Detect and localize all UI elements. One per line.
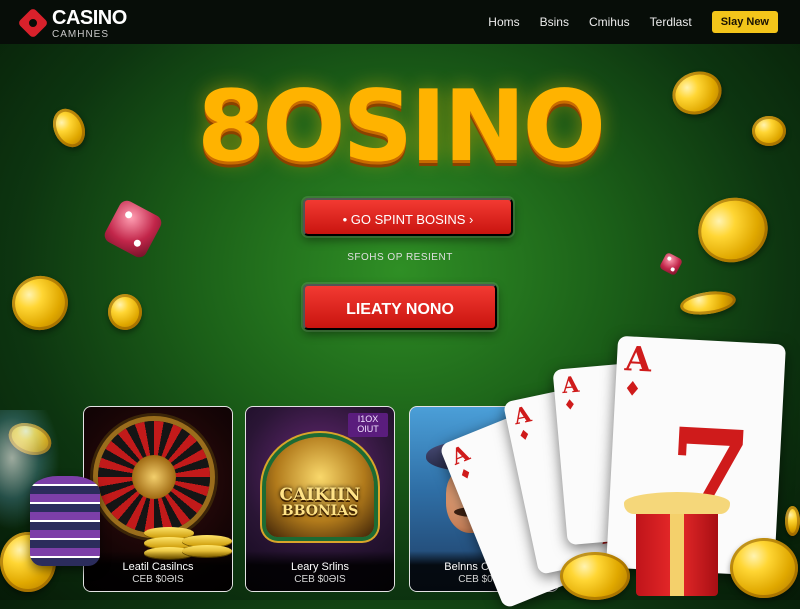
coin-icon bbox=[5, 269, 75, 337]
nav-link-bonus[interactable]: Bsins bbox=[540, 15, 569, 29]
card-suit-icon: ♦ bbox=[457, 465, 475, 485]
roulette-icon bbox=[98, 421, 210, 533]
card-corner: A ♦ bbox=[511, 401, 537, 446]
gift-icon bbox=[636, 506, 718, 596]
spin-bonus-button[interactable]: • GO SPINT BOSINS › bbox=[303, 198, 513, 236]
hero-subtext: SFOHS OP RESIENT bbox=[347, 252, 453, 263]
play-now-main-button[interactable]: LIEATY NONO bbox=[303, 284, 497, 330]
card-rank: A bbox=[560, 371, 581, 400]
game-card-subtitle: CEB $0ƏIS bbox=[294, 574, 346, 585]
nav-link-home[interactable]: Homs bbox=[488, 15, 519, 29]
promo-tag: I1OX OIUT bbox=[348, 413, 388, 437]
die-icon bbox=[101, 197, 165, 261]
emblem-text: CAIKIIN BBONIAS bbox=[256, 485, 384, 519]
coin-icon bbox=[730, 538, 798, 598]
brand-tagline: CAMHNES bbox=[52, 29, 110, 40]
card-suit-icon: ♦ bbox=[622, 376, 642, 402]
main-nav: Homs Bsins Cmihus Terdlast Slay New bbox=[488, 10, 778, 34]
game-card-title: Leary Srlins bbox=[290, 561, 350, 573]
game-card-caption: Leatil Casilncs CEB $0ƏIS bbox=[84, 551, 232, 591]
emblem-subtitle: BBONIAS bbox=[281, 503, 359, 519]
coin-icon bbox=[678, 288, 738, 318]
card-corner: A ♦ bbox=[448, 440, 478, 485]
card-suit-icon: ♦ bbox=[563, 396, 577, 414]
game-card-caption: Leary Srlins CEB $0ƏIS bbox=[246, 551, 394, 591]
brand-name: CASINO bbox=[52, 7, 127, 29]
top-nav-bar: CASINO CAMHNES Homs Bsins Cmihus Terdlas… bbox=[0, 0, 800, 44]
roulette-hub bbox=[132, 455, 176, 499]
coin-icon bbox=[108, 294, 142, 330]
gift-bow-icon bbox=[624, 492, 730, 514]
card-rank: A bbox=[623, 339, 653, 381]
logo-diamond-icon bbox=[17, 7, 49, 39]
coin-icon bbox=[560, 552, 630, 600]
nav-link-contact[interactable]: Terdlast bbox=[650, 15, 692, 29]
game-card-subtitle: CEB $0ƏIS bbox=[132, 574, 184, 585]
game-card-title: Leatil Casilncs bbox=[122, 561, 194, 573]
nav-link-casinos[interactable]: Cmihus bbox=[589, 15, 630, 29]
coin-icon bbox=[785, 506, 800, 536]
card-corner: A ♦ bbox=[560, 371, 581, 414]
poker-chips-icon bbox=[30, 476, 100, 566]
hero-title: 8OSINO bbox=[197, 70, 606, 184]
game-card-slots[interactable]: I1OX OIUT CAIKIIN BBONIAS Leary Srlins C… bbox=[245, 406, 395, 592]
card-rank: A bbox=[511, 401, 534, 431]
card-suit-icon: ♦ bbox=[516, 426, 533, 446]
emblem-title: CAIKIIN bbox=[279, 485, 361, 505]
brand-logo[interactable]: CASINO CAMHNES bbox=[17, 6, 148, 40]
card-corner: A ♦ bbox=[622, 339, 653, 402]
play-now-button[interactable]: Slay New bbox=[711, 11, 778, 33]
game-card-live-casino[interactable]: Leatil Casilncs CEB $0ƏIS bbox=[83, 406, 233, 592]
